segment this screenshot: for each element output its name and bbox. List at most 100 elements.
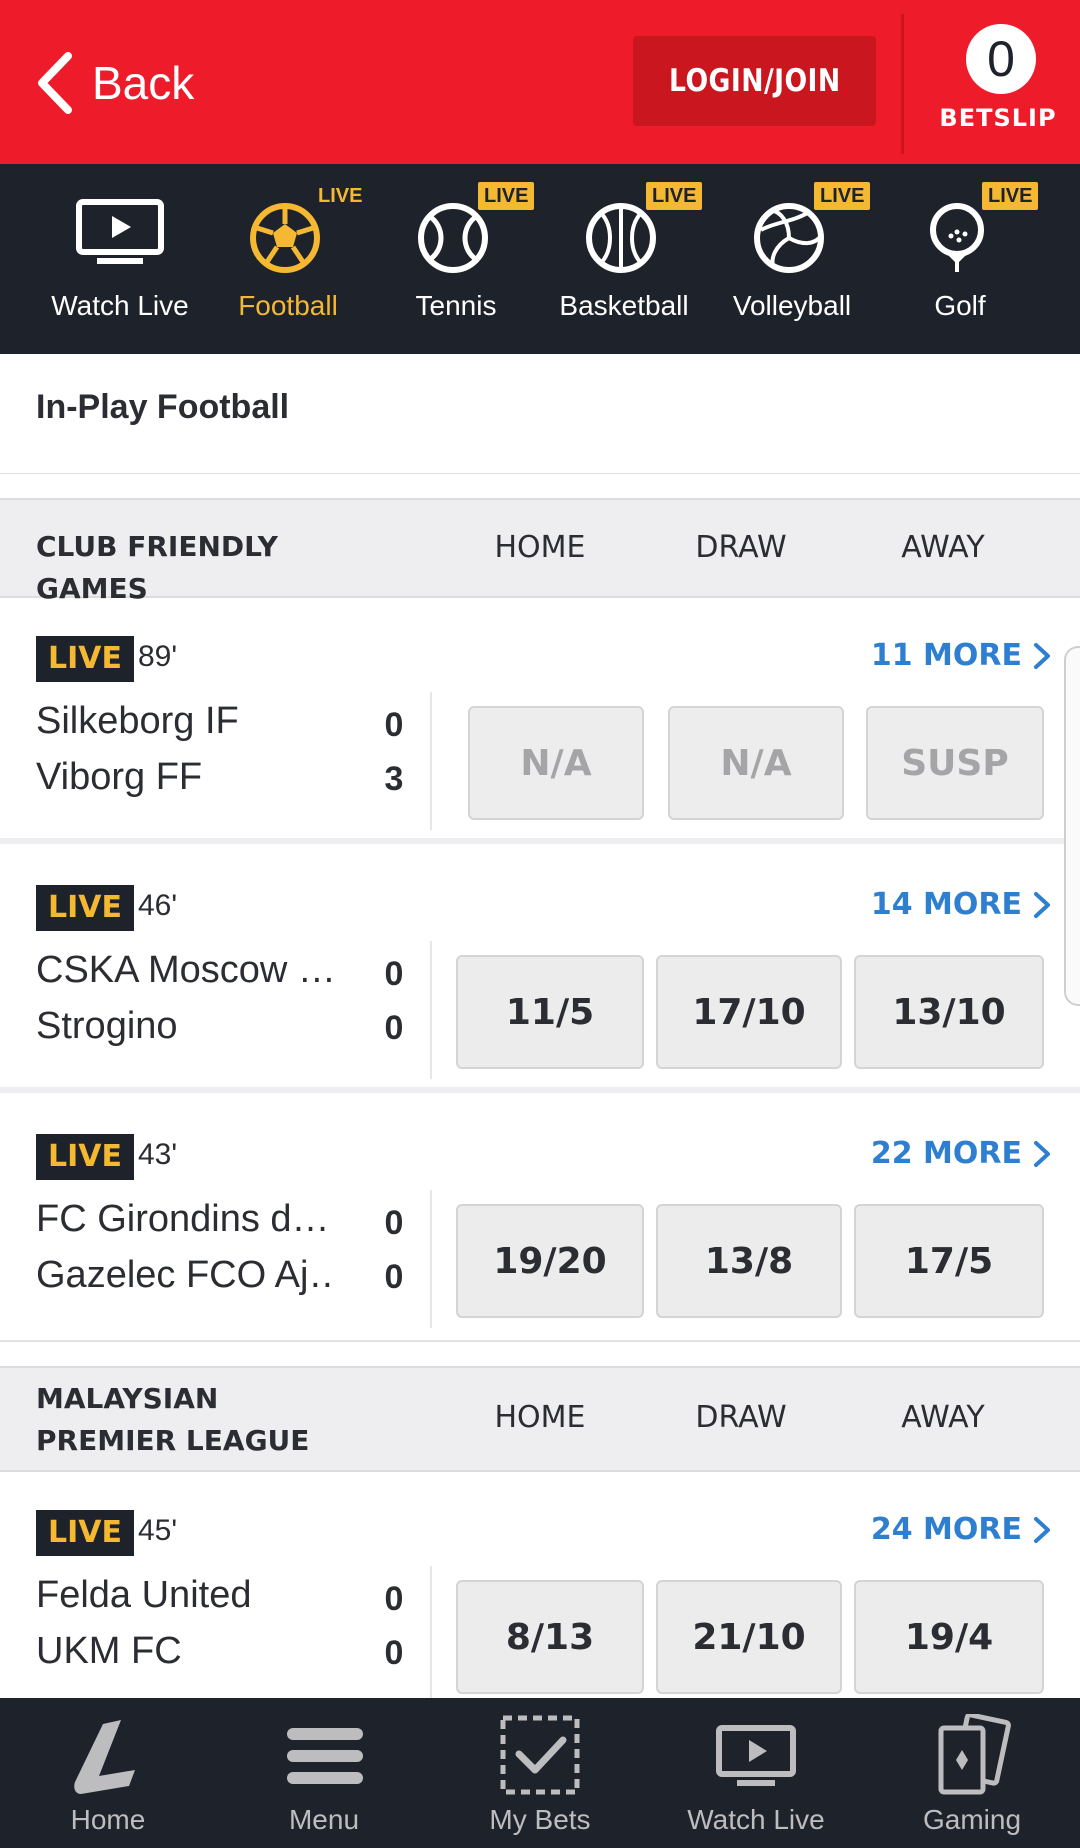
odds-home-button[interactable]: 8/13 <box>456 1580 644 1694</box>
event-row[interactable]: LIVE 46' 14 MORE CSKA Moscow … Strogino … <box>0 849 1080 1093</box>
divider <box>430 941 432 1079</box>
login-join-button[interactable]: LOGIN/JOIN <box>633 36 876 126</box>
back-label: Back <box>92 57 195 109</box>
sport-label: Football <box>238 290 338 321</box>
column-draw: DRAW <box>695 1400 787 1435</box>
live-tag: LIVE <box>318 185 363 207</box>
hamburger-menu-icon <box>279 1714 369 1800</box>
divider <box>430 692 432 830</box>
bottom-nav-menu[interactable]: Menu <box>216 1698 432 1848</box>
league-header-club-friendly: CLUB FRIENDLY GAMES HOME DRAW AWAY <box>0 498 1080 605</box>
odds-draw-button[interactable]: 21/10 <box>656 1580 842 1694</box>
home-team: Silkeborg IF <box>36 700 239 742</box>
away-team: Gazelec FCO Aj… <box>36 1254 336 1296</box>
playing-cards-icon <box>927 1712 1017 1800</box>
match-time: 46' <box>138 889 178 922</box>
match-time: 45' <box>138 1514 178 1547</box>
sport-label: Golf <box>934 290 986 321</box>
app-header: Back LOGIN/JOIN 0 BETSLIP <box>0 0 1080 164</box>
betslip-count: 0 <box>966 24 1036 94</box>
scroll-indicator[interactable] <box>1064 646 1080 1006</box>
event-row[interactable]: LIVE 43' 22 MORE FC Girondins d… Gazelec… <box>0 1098 1080 1342</box>
betslip-button[interactable]: 0 BETSLIP <box>930 18 1066 138</box>
league-name: MALAYSIAN PREMIER LEAGUE <box>36 1382 310 1457</box>
live-tag: LIVE <box>982 182 1039 210</box>
home-team: Felda United <box>36 1574 252 1616</box>
page-title-bar: In-Play Football <box>0 354 1080 474</box>
sport-label: Basketball <box>559 290 689 321</box>
sports-nav: Watch Live LIVE Football LIVE Tennis LIV… <box>0 164 1080 354</box>
divider <box>430 1190 432 1328</box>
more-markets-link[interactable]: 24 MORE <box>871 1512 1052 1547</box>
sport-tab-football[interactable]: LIVE Football <box>204 164 372 354</box>
away-score: 0 <box>384 1258 404 1296</box>
page-title: In-Play Football <box>36 388 290 426</box>
match-time: 43' <box>138 1138 178 1171</box>
odds-away-button[interactable]: 17/5 <box>854 1204 1044 1318</box>
sport-tab-golf[interactable]: LIVE Golf <box>876 164 1044 354</box>
tv-icon <box>75 192 165 274</box>
more-markets-link[interactable]: 14 MORE <box>871 887 1052 922</box>
odds-home-button[interactable]: 19/20 <box>456 1204 644 1318</box>
sport-label: Tennis <box>415 290 497 321</box>
event-row[interactable]: LIVE 89' 11 MORE Silkeborg IF Viborg FF … <box>0 600 1080 844</box>
more-markets-link[interactable]: 11 MORE <box>871 638 1052 673</box>
home-score: 0 <box>384 706 404 744</box>
league-name: CLUB FRIENDLY GAMES <box>36 530 278 605</box>
sport-tab-basketball[interactable]: LIVE Basketball <box>540 164 708 354</box>
bottom-nav: Home Menu My Bets Watch Live Gaming <box>0 1698 1080 1848</box>
odds-draw-button[interactable]: 17/10 <box>656 955 842 1069</box>
odds-away-button[interactable]: 19/4 <box>854 1580 1044 1694</box>
more-markets-link[interactable]: 22 MORE <box>871 1136 1052 1171</box>
live-badge: LIVE <box>36 636 134 682</box>
chevron-right-icon <box>1034 642 1050 669</box>
away-score: 0 <box>384 1634 404 1672</box>
home-score: 0 <box>384 955 404 993</box>
bottom-nav-label: Watch Live <box>687 1804 825 1835</box>
sport-tab-watch-live[interactable]: Watch Live <box>36 164 204 354</box>
column-draw: DRAW <box>695 530 787 565</box>
away-score: 0 <box>384 1009 404 1047</box>
odds-draw-button[interactable]: 13/8 <box>656 1204 842 1318</box>
bottom-nav-home[interactable]: Home <box>0 1698 216 1848</box>
home-team: FC Girondins d… <box>36 1198 330 1240</box>
ladbrokes-logo-icon <box>63 1714 153 1800</box>
bottom-nav-label: Home <box>70 1804 146 1835</box>
away-team: Strogino <box>36 1005 178 1047</box>
more-markets-label: 11 MORE <box>870 638 1022 673</box>
back-button[interactable]: Back <box>34 48 194 118</box>
bottom-nav-label: Gaming <box>922 1804 1022 1835</box>
sport-tab-tennis[interactable]: LIVE Tennis <box>372 164 540 354</box>
divider <box>430 1566 432 1704</box>
bottom-nav-gaming[interactable]: Gaming <box>864 1698 1080 1848</box>
away-team: UKM FC <box>36 1630 182 1672</box>
odds-home-button[interactable]: 11/5 <box>456 955 644 1069</box>
column-away: AWAY <box>901 1400 985 1435</box>
live-tag: LIVE <box>814 182 871 210</box>
sport-tab-volleyball[interactable]: LIVE Volleyball <box>708 164 876 354</box>
more-markets-label: 14 MORE <box>870 887 1022 922</box>
league-header-malaysian-premier: MALAYSIAN PREMIER LEAGUE HOME DRAW AWAY <box>0 1366 1080 1472</box>
column-away: AWAY <box>901 530 985 565</box>
odds-away-button[interactable]: 13/10 <box>854 955 1044 1069</box>
betslip-label: BETSLIP <box>939 104 1057 132</box>
login-join-label: LOGIN/JOIN <box>668 63 841 99</box>
chevron-left-icon <box>38 52 72 114</box>
bottom-nav-label: My Bets <box>489 1804 591 1835</box>
event-row[interactable]: LIVE 45' 24 MORE Felda United UKM FC 0 0… <box>0 1474 1080 1718</box>
bottom-nav-my-bets[interactable]: My Bets <box>432 1698 648 1848</box>
chevron-right-icon <box>1034 891 1050 918</box>
home-score: 0 <box>384 1580 404 1618</box>
odds-away-button[interactable]: SUSP <box>866 706 1044 820</box>
live-badge: LIVE <box>36 1134 134 1180</box>
odds-draw-button[interactable]: N/A <box>668 706 844 820</box>
bottom-nav-watch-live[interactable]: Watch Live <box>648 1698 864 1848</box>
column-home: HOME <box>494 1400 586 1435</box>
odds-home-button[interactable]: N/A <box>468 706 644 820</box>
chevron-right-icon <box>1034 1140 1050 1167</box>
betslip-check-icon <box>495 1714 585 1800</box>
header-divider <box>901 14 904 154</box>
match-time: 89' <box>138 640 178 673</box>
sport-label: Watch Live <box>51 290 189 321</box>
chevron-right-icon <box>1034 1516 1050 1543</box>
